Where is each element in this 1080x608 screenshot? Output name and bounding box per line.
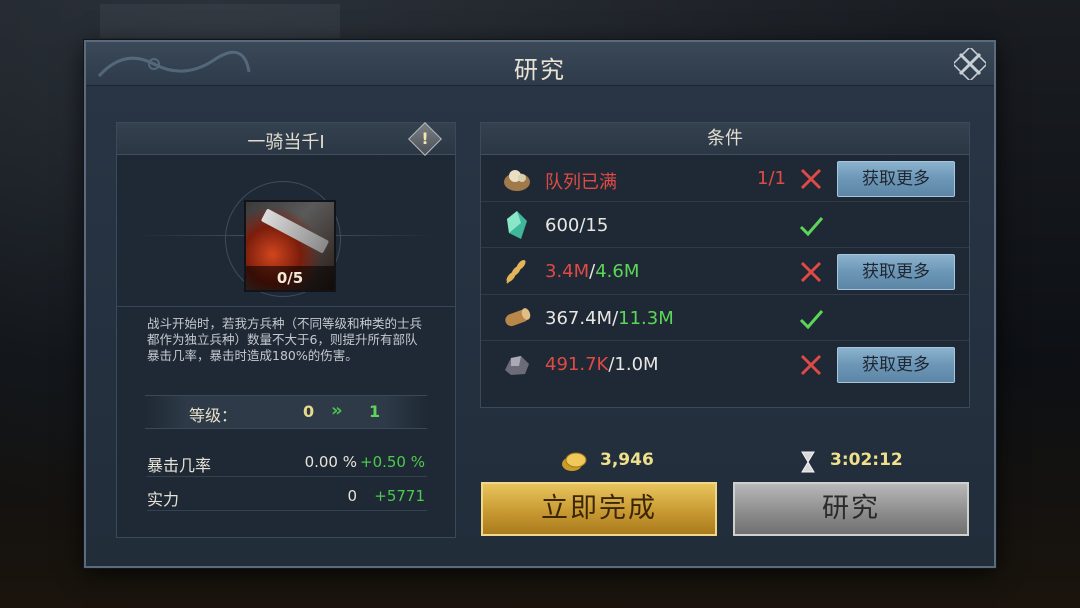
level-row: 等级： 0 » 1 bbox=[145, 395, 427, 429]
get-more-button[interactable]: 获取更多 bbox=[837, 161, 955, 197]
level-next: 1 bbox=[369, 402, 381, 421]
condition-text: 3.4M/4.6M bbox=[545, 261, 640, 282]
skill-level-progress: 0/5 bbox=[246, 266, 334, 290]
dialog-header: 研究 bbox=[86, 42, 994, 86]
get-more-button[interactable]: 获取更多 bbox=[837, 347, 955, 383]
cross-icon bbox=[800, 261, 822, 283]
conditions-title: 条件 bbox=[481, 123, 969, 155]
condition-count: 1/1 bbox=[757, 168, 786, 189]
research-dialog: 研究 一骑当千I ! 0/5 战斗开始时，若我方兵种（不同等级和种类的士兵都作为… bbox=[84, 40, 996, 568]
gold-coin-icon bbox=[562, 452, 587, 471]
get-more-button[interactable]: 获取更多 bbox=[837, 254, 955, 290]
checkmark-icon bbox=[799, 216, 824, 236]
level-label: 等级： bbox=[189, 406, 238, 425]
condition-row: 491.7K/1.0M 获取更多 bbox=[481, 341, 969, 388]
time-cost: 3:02:12 bbox=[830, 450, 903, 470]
skill-description: 战斗开始时，若我方兵种（不同等级和种类的士兵都作为独立兵种）数量不大于6，则提升… bbox=[147, 316, 423, 363]
conditions-panel: 条件 队列已满 1/1 获取更多 600/15 3.4M/4.6M 获取更多 3… bbox=[480, 122, 970, 408]
skill-header: 一骑当千I ! bbox=[117, 122, 455, 156]
wheat-icon bbox=[506, 260, 526, 284]
complete-now-button[interactable]: 立即完成 bbox=[481, 482, 717, 536]
stat-bonus: +0.50 % bbox=[360, 453, 425, 471]
skill-icon[interactable]: 0/5 bbox=[244, 200, 336, 292]
condition-row: 600/15 bbox=[481, 202, 969, 248]
stat-row: 暴击几率 0.00 % +0.50 % bbox=[147, 449, 427, 477]
stat-current: 0 bbox=[347, 487, 357, 505]
condition-text: 队列已满 bbox=[545, 172, 617, 193]
crystal-icon bbox=[507, 210, 527, 239]
condition-row: 3.4M/4.6M 获取更多 bbox=[481, 248, 969, 295]
cross-icon bbox=[800, 168, 822, 190]
condition-row: 367.4M/11.3M bbox=[481, 295, 969, 341]
research-button[interactable]: 研究 bbox=[733, 482, 969, 536]
skill-name: 一骑当千I bbox=[247, 132, 325, 153]
hourglass-icon bbox=[801, 451, 815, 473]
dialog-title: 研究 bbox=[514, 56, 566, 84]
gold-cost: 3,946 bbox=[600, 450, 654, 470]
ore-icon bbox=[505, 356, 529, 375]
close-icon[interactable] bbox=[954, 48, 986, 80]
condition-text: 491.7K/1.0M bbox=[545, 354, 659, 375]
skill-panel: 一骑当千I ! 0/5 战斗开始时，若我方兵种（不同等级和种类的士兵都作为独立兵… bbox=[116, 122, 456, 538]
skill-icon-area: 0/5 bbox=[117, 155, 455, 307]
double-chevron-icon: » bbox=[331, 400, 343, 421]
exclamation-icon: ! bbox=[421, 129, 429, 148]
condition-text: 367.4M/11.3M bbox=[545, 307, 674, 329]
condition-row: 队列已满 1/1 获取更多 bbox=[481, 155, 969, 202]
stat-name: 暴击几率 bbox=[147, 456, 212, 475]
weapon-icon bbox=[260, 208, 330, 254]
cross-icon bbox=[800, 354, 822, 376]
checkmark-icon bbox=[799, 309, 824, 329]
stat-bonus: +5771 bbox=[374, 487, 425, 505]
stat-current: 0.00 % bbox=[304, 453, 357, 471]
background-bar bbox=[100, 4, 340, 38]
queue-icon bbox=[504, 170, 530, 191]
stat-name: 实力 bbox=[147, 490, 180, 509]
wood-icon bbox=[505, 307, 531, 326]
level-current: 0 bbox=[303, 402, 315, 421]
stat-row: 实力 0 +5771 bbox=[147, 483, 427, 511]
condition-text: 600/15 bbox=[545, 214, 609, 236]
